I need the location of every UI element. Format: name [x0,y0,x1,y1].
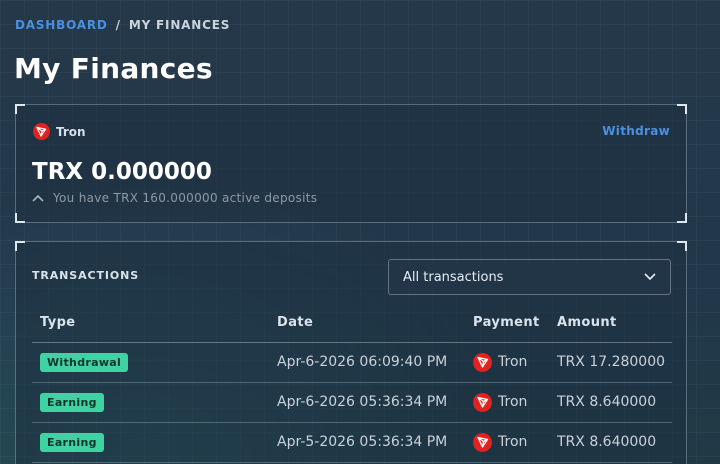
chevron-up-icon [32,191,44,205]
row-amount: TRX 17.280000 [549,342,672,383]
table-header-row: Type Date Payment Amount [32,304,672,343]
corner-decoration [677,213,687,223]
corner-decoration [677,241,687,251]
tron-icon [473,352,492,372]
row-payment: Tron [473,352,549,372]
row-amount: TRX 8.640000 [549,382,672,423]
balance-amount: TRX 0.000000 [32,159,212,185]
tron-icon [473,392,492,412]
withdraw-link[interactable]: Withdraw [602,124,670,138]
row-amount: TRX 8.640000 [549,422,672,463]
corner-decoration [15,241,25,251]
table-row: Earning Apr-6-2026 05:36:34 PM Tron TRX … [32,382,672,423]
transaction-filter-value: All transactions [403,269,504,285]
balance-card: Tron Withdraw TRX 0.000000 You have TRX … [15,104,687,223]
corner-decoration [677,104,687,114]
column-header-type: Type [32,304,269,343]
corner-decoration [15,104,25,114]
row-date: Apr-5-2026 05:36:34 PM [269,422,465,463]
coin-header: Tron [33,123,86,140]
coin-name: Tron [56,124,86,139]
table-row: Withdrawal Apr-6-2026 06:09:40 PM Tron T… [32,342,672,383]
type-badge: Earning [40,432,104,452]
breadcrumb: DASHBOARD / MY FINANCES [15,18,230,32]
column-header-payment: Payment [465,304,549,343]
active-deposits-text: You have TRX 160.000000 active deposits [53,191,318,205]
breadcrumb-current: MY FINANCES [128,18,231,32]
column-header-date: Date [269,304,465,343]
type-badge: Earning [40,392,104,412]
transaction-filter-select[interactable]: All transactions [388,259,671,295]
page-title: My Finances [14,52,213,85]
row-payment: Tron [473,432,549,452]
corner-decoration [15,213,25,223]
tron-icon [33,123,50,140]
row-payment-name: Tron [498,394,528,410]
chevron-down-icon [644,270,656,285]
breadcrumb-separator: / [115,18,121,32]
row-payment-name: Tron [498,434,528,450]
row-date: Apr-6-2026 06:09:40 PM [269,342,465,383]
transactions-card: TRANSACTIONS All transactions Type Date … [15,241,687,464]
row-payment-name: Tron [498,354,528,370]
type-badge: Withdrawal [40,352,129,372]
active-deposits-toggle[interactable]: You have TRX 160.000000 active deposits [32,191,317,205]
tron-icon [473,432,492,452]
row-date: Apr-6-2026 05:36:34 PM [269,382,465,423]
column-header-amount: Amount [549,304,672,343]
transactions-heading: TRANSACTIONS [32,269,140,282]
transactions-table: Type Date Payment Amount Withdrawal Apr-… [32,304,672,463]
row-payment: Tron [473,392,549,412]
table-row: Earning Apr-5-2026 05:36:34 PM Tron TRX … [32,422,672,463]
breadcrumb-dashboard-link[interactable]: DASHBOARD [15,18,108,32]
